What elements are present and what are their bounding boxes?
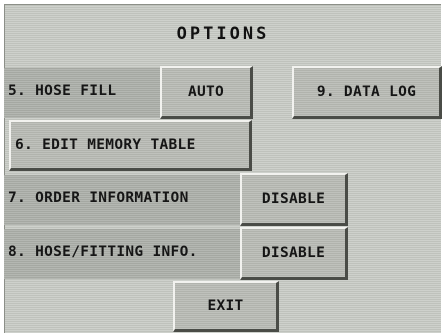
hose-fill-auto-button[interactable]: AUTO — [160, 66, 253, 119]
edit-memory-table-button[interactable]: 6. EDIT MEMORY TABLE — [9, 120, 252, 171]
page-title: OPTIONS — [176, 24, 270, 44]
hose-fitting-disable-button[interactable]: DISABLE — [240, 227, 348, 280]
hose-fill-label: 5. HOSE FILL — [8, 83, 117, 99]
options-screen: OPTIONS 5. HOSE FILL AUTO 9. DATA LOG 6.… — [0, 0, 442, 333]
exit-button[interactable]: EXIT — [173, 281, 279, 332]
order-information-label: 7. ORDER INFORMATION — [8, 190, 189, 206]
hose-fitting-label: 8. HOSE/FITTING INFO. — [8, 244, 198, 260]
data-log-button[interactable]: 9. DATA LOG — [292, 66, 442, 119]
order-information-disable-button[interactable]: DISABLE — [240, 173, 348, 226]
